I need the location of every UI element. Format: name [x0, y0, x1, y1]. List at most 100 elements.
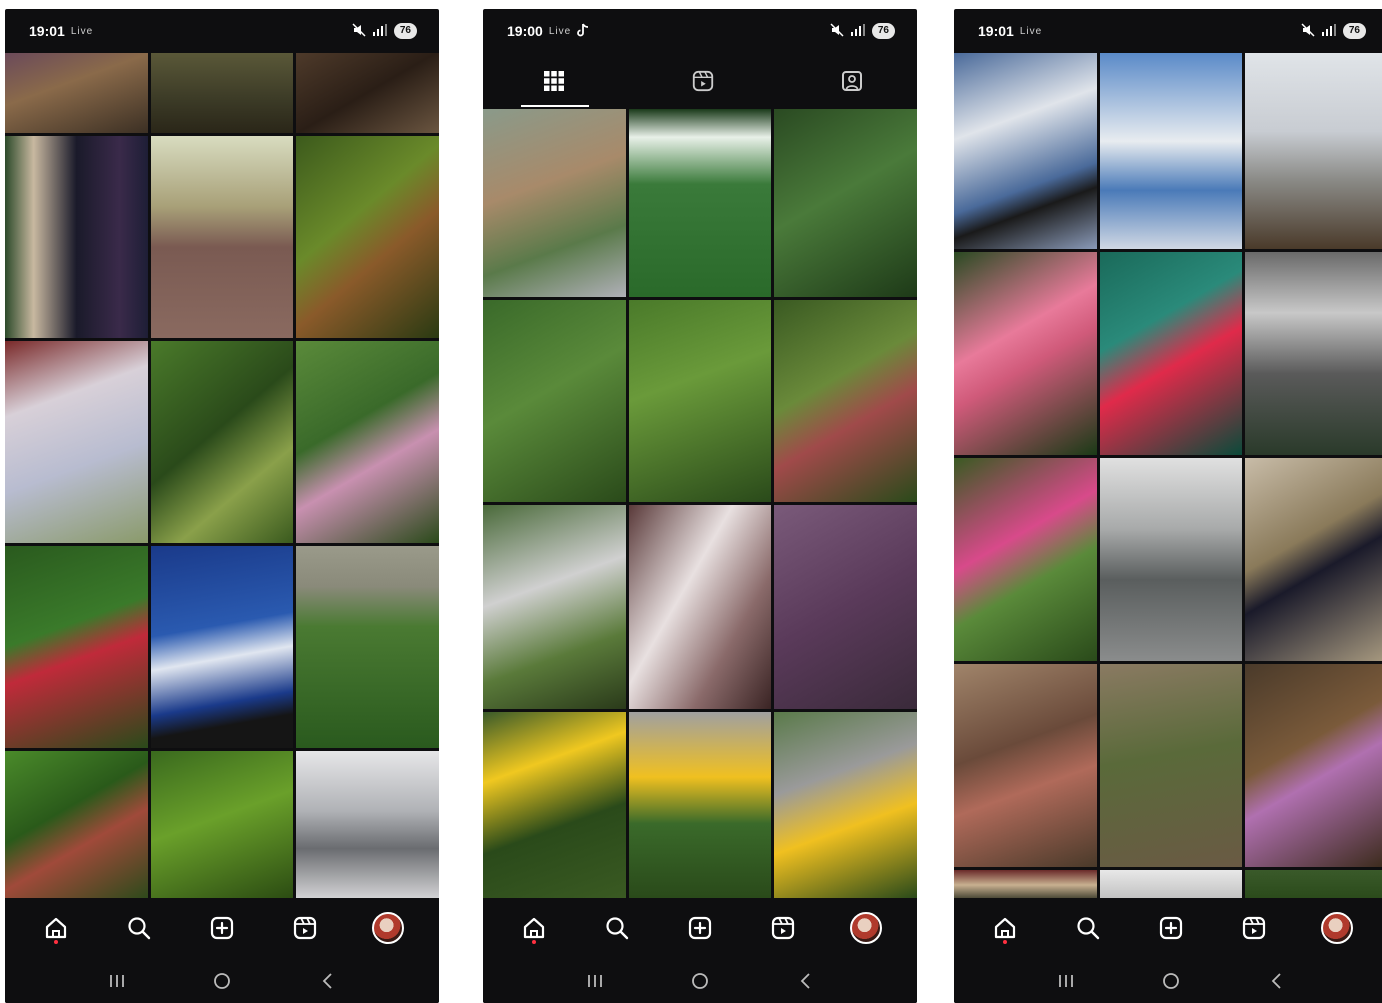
avatar — [371, 912, 404, 944]
photo-thumbnail[interactable] — [296, 341, 439, 543]
recent-apps-button[interactable] — [102, 969, 132, 993]
home-button[interactable] — [987, 910, 1023, 946]
recent-apps-button[interactable] — [580, 969, 610, 993]
plus-square-icon — [210, 916, 234, 940]
photo-thumbnail[interactable] — [483, 109, 626, 297]
home-button[interactable] — [516, 910, 552, 946]
photo-thumbnail[interactable] — [1099, 458, 1243, 661]
photo-thumbnail[interactable] — [628, 300, 772, 502]
status-bar: 19:01 Live 76 — [954, 9, 1382, 53]
battery-indicator: 76 — [393, 23, 417, 39]
reels-button[interactable] — [1236, 910, 1272, 946]
recent-apps-button[interactable] — [1051, 969, 1081, 993]
photo-thumbnail[interactable] — [774, 712, 917, 898]
home-system-button[interactable] — [1156, 969, 1186, 993]
photo-thumbnail[interactable] — [296, 546, 439, 748]
chevron-left-icon — [1271, 972, 1281, 989]
photo-thumbnail[interactable] — [150, 341, 294, 543]
reels-button[interactable] — [765, 910, 801, 946]
profile-tabs — [483, 53, 917, 109]
photo-thumbnail[interactable] — [483, 300, 626, 502]
bottom-navigation — [5, 898, 439, 958]
photo-thumbnail[interactable] — [1099, 53, 1243, 249]
photo-thumbnail[interactable] — [628, 109, 772, 297]
photo-thumbnail[interactable] — [954, 870, 1097, 898]
profile-button[interactable] — [370, 910, 406, 946]
status-time: 19:01 — [29, 23, 65, 39]
avatar — [849, 912, 882, 944]
tab-reels[interactable] — [688, 66, 718, 96]
photo-thumbnail[interactable] — [954, 458, 1097, 661]
photo-thumbnail[interactable] — [150, 53, 294, 133]
back-button[interactable] — [790, 969, 820, 993]
photo-thumbnail[interactable] — [5, 341, 148, 543]
photo-thumbnail[interactable] — [954, 252, 1097, 455]
phone-screen-2: 19:00 Live 76 — [483, 9, 917, 1003]
system-navigation-bar — [5, 958, 439, 1003]
photo-thumbnail[interactable] — [150, 751, 294, 898]
wifi-signal-icon — [372, 23, 387, 39]
photo-grid — [954, 53, 1382, 898]
photo-thumbnail[interactable] — [5, 53, 148, 133]
battery-indicator: 76 — [1342, 23, 1366, 39]
mute-icon — [1301, 22, 1315, 40]
photo-thumbnail[interactable] — [1099, 664, 1243, 867]
photo-thumbnail[interactable] — [150, 546, 294, 748]
reels-icon — [293, 916, 316, 940]
photo-thumbnail[interactable] — [5, 546, 148, 748]
status-time: 19:00 — [507, 23, 543, 39]
profile-button[interactable] — [1319, 910, 1355, 946]
photo-thumbnail[interactable] — [774, 505, 917, 709]
status-bar: 19:00 Live 76 — [483, 9, 917, 53]
recent-apps-icon — [110, 974, 125, 987]
system-navigation-bar — [954, 958, 1382, 1003]
photo-thumbnail[interactable] — [1099, 252, 1243, 455]
photo-thumbnail[interactable] — [296, 53, 439, 133]
create-post-button[interactable] — [1153, 910, 1189, 946]
back-button[interactable] — [312, 969, 342, 993]
photo-thumbnail[interactable] — [1245, 870, 1382, 898]
photo-thumbnail[interactable] — [628, 505, 772, 709]
photo-thumbnail[interactable] — [774, 109, 917, 297]
photo-thumbnail[interactable] — [1245, 53, 1382, 249]
photo-thumbnail[interactable] — [296, 136, 439, 338]
home-button[interactable] — [38, 910, 74, 946]
create-post-button[interactable] — [682, 910, 718, 946]
search-button[interactable] — [599, 910, 635, 946]
photo-thumbnail[interactable] — [5, 751, 148, 898]
bottom-navigation — [483, 898, 917, 958]
bottom-navigation — [954, 898, 1382, 958]
profile-button[interactable] — [848, 910, 884, 946]
tab-tagged[interactable] — [837, 66, 867, 96]
back-button[interactable] — [1261, 969, 1291, 993]
tab-posts-grid[interactable] — [539, 66, 569, 96]
photo-thumbnail[interactable] — [774, 300, 917, 502]
photo-thumbnail[interactable] — [1245, 664, 1382, 867]
photo-thumbnail[interactable] — [1099, 870, 1243, 898]
search-icon — [128, 917, 151, 940]
photo-thumbnail[interactable] — [483, 712, 626, 898]
photo-thumbnail[interactable] — [628, 712, 772, 898]
photo-thumbnail[interactable] — [483, 505, 626, 709]
reels-button[interactable] — [287, 910, 323, 946]
grid-icon — [544, 71, 564, 91]
search-button[interactable] — [121, 910, 157, 946]
photo-thumbnail[interactable] — [954, 664, 1097, 867]
photo-thumbnail[interactable] — [5, 136, 148, 338]
status-bar: 19:01 Live 76 — [5, 9, 439, 53]
photo-thumbnail[interactable] — [1245, 458, 1382, 661]
home-icon — [524, 917, 545, 939]
wifi-signal-icon — [1321, 23, 1336, 39]
reels-icon — [692, 70, 714, 92]
photo-thumbnail[interactable] — [954, 53, 1097, 249]
search-button[interactable] — [1070, 910, 1106, 946]
photo-thumbnail[interactable] — [150, 136, 294, 338]
create-post-button[interactable] — [204, 910, 240, 946]
circle-home-icon — [214, 972, 230, 989]
reels-icon — [1242, 916, 1265, 940]
home-system-button[interactable] — [207, 969, 237, 993]
photo-thumbnail[interactable] — [296, 751, 439, 898]
photo-thumbnail[interactable] — [1245, 252, 1382, 455]
avatar — [1320, 912, 1353, 944]
home-system-button[interactable] — [685, 969, 715, 993]
